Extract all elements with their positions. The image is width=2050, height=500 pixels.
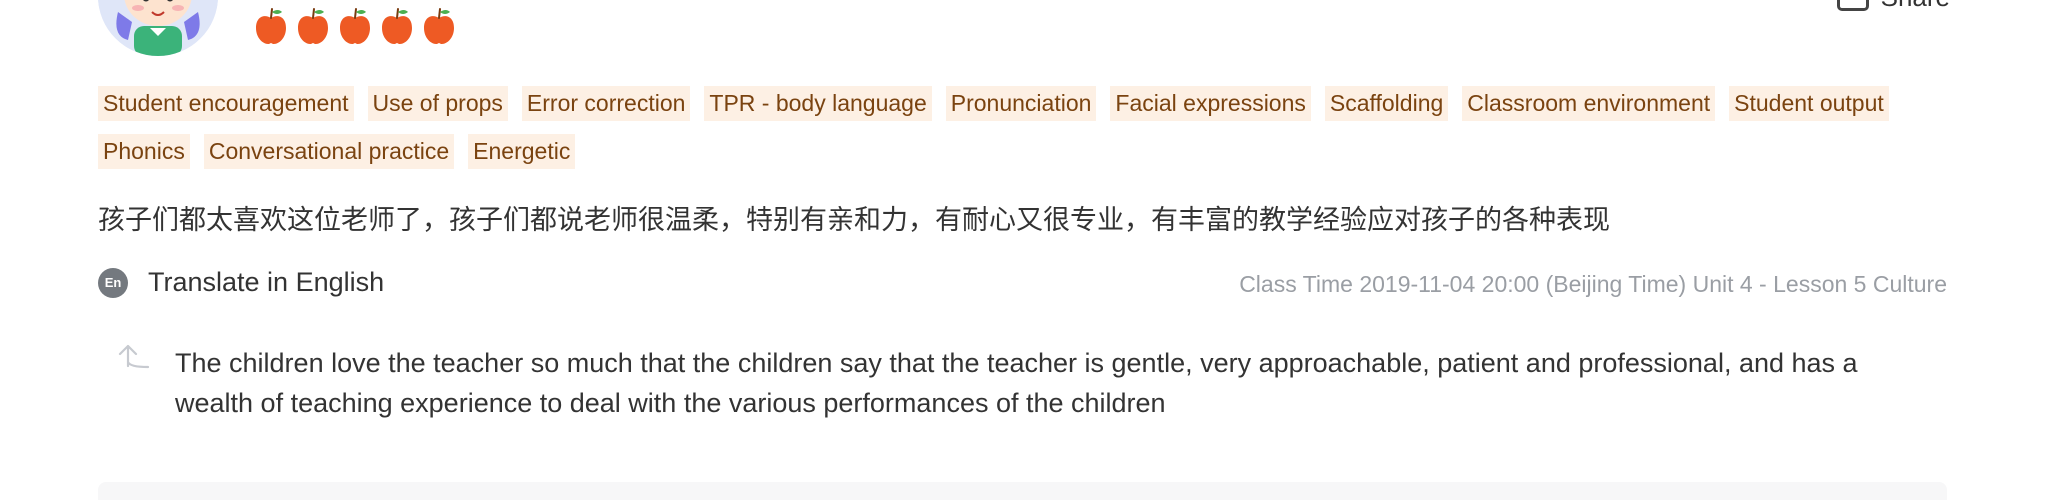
english-language-icon: En <box>98 267 128 298</box>
reply-arrow-icon <box>118 344 150 369</box>
feedback-tag: Error correction <box>521 86 691 121</box>
translated-review: The children love the teacher so much th… <box>175 348 1858 418</box>
translate-toggle[interactable]: En Translate in English <box>98 267 384 298</box>
feedback-tag: Classroom environment <box>1462 86 1716 121</box>
share-icon <box>1836 0 1869 11</box>
review-text: 孩子们都太喜欢这位老师了，孩子们都说老师很温柔，特别有亲和力，有耐心又很专业，有… <box>98 205 1610 236</box>
apple-icon <box>294 6 332 46</box>
feedback-tag: Student encouragement <box>98 86 354 121</box>
feedback-tag: Scaffolding <box>1324 86 1449 121</box>
feedback-tag: Use of props <box>367 86 508 121</box>
apple-rating <box>252 6 458 46</box>
feedback-tag: Facial expressions <box>1110 86 1311 121</box>
feedback-tag: Student output <box>1729 86 1889 121</box>
next-section-container <box>98 482 1947 500</box>
child-avatar-icon <box>98 0 218 56</box>
tag-list: Student encouragement Use of props Error c… <box>98 86 1938 169</box>
translate-label: Translate in English <box>148 267 385 297</box>
apple-icon <box>420 6 458 46</box>
feedback-tag: Phonics <box>98 134 190 169</box>
apple-icon <box>378 6 416 46</box>
reviewer-avatar <box>98 0 218 56</box>
apple-icon <box>336 6 374 46</box>
share-button[interactable]: Share <box>1836 0 1950 13</box>
share-label: Share <box>1881 0 1950 13</box>
feedback-tag: Pronunciation <box>945 86 1097 121</box>
feedback-tag: Energetic <box>468 134 576 169</box>
apple-icon <box>252 6 290 46</box>
class-time-info: Class Time 2019-11-04 20:00 (Beijing Tim… <box>1239 271 1947 297</box>
feedback-tag: TPR - body language <box>704 86 932 121</box>
feedback-tag: Conversational practice <box>203 134 455 169</box>
review-card: Share Student encouragement Use of props E… <box>0 0 2050 500</box>
